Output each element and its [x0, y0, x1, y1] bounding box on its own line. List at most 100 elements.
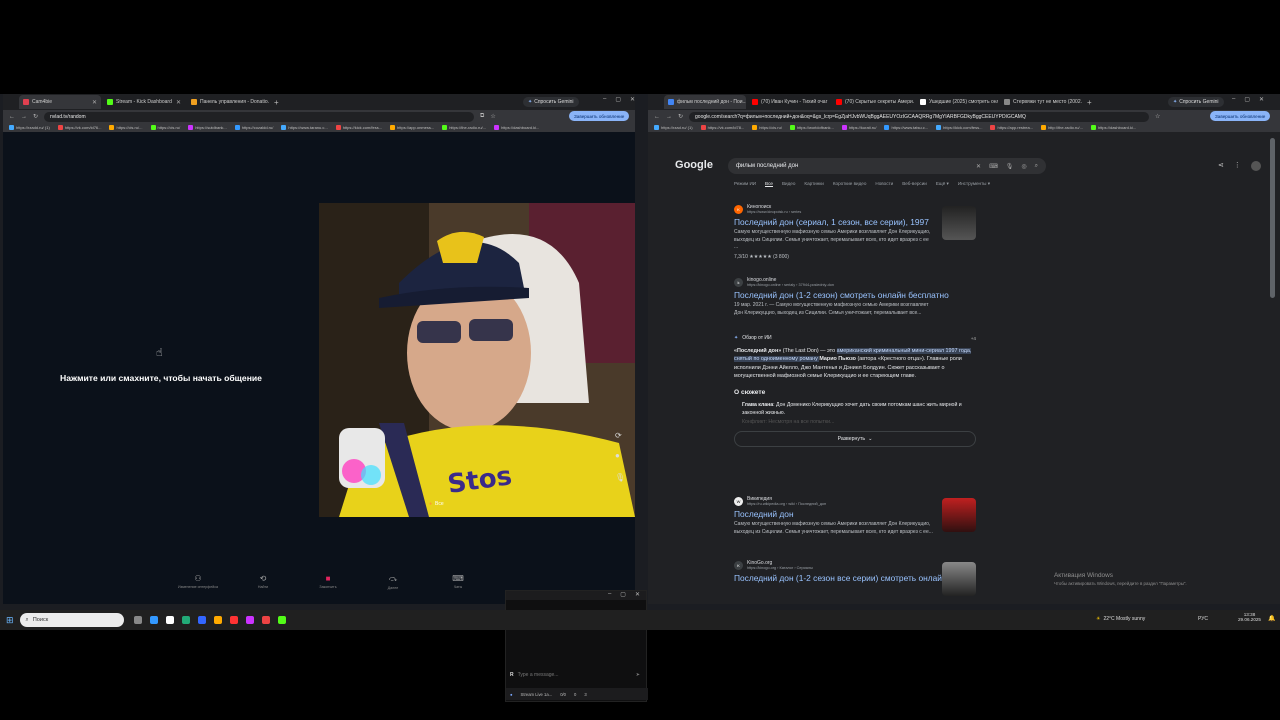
weather-widget[interactable]: ☀ 22°C Mostly sunny — [1096, 616, 1145, 622]
bookmark-item[interactable]: https://dashboard.ki... — [1090, 125, 1136, 130]
result-3-thumbnail[interactable] — [942, 498, 976, 532]
right-tab[interactable]: Стервяжи тут не место (2002...✕ — [1000, 95, 1082, 109]
star-icon[interactable]: ☆ — [490, 113, 495, 120]
close-icon[interactable]: ✕ — [630, 96, 635, 103]
bookmark-item[interactable]: https://kick.com/fess... — [335, 125, 382, 130]
search-tab[interactable]: Веб-версии — [902, 181, 927, 187]
windows-start-icon[interactable]: ⊞ — [6, 615, 14, 626]
back-icon[interactable]: ← — [654, 114, 660, 120]
language-indicator[interactable]: РУС — [1198, 616, 1208, 622]
close-icon[interactable]: ✕ — [1259, 96, 1264, 103]
right-tab[interactable]: Ушедшие (2025) смотреть онлайн✕ — [916, 95, 998, 109]
clock[interactable]: 13:38 29.06.2025 — [1238, 612, 1261, 622]
bookmark-item[interactable]: https://cis.ru/ — [752, 125, 782, 130]
steam-icon[interactable] — [181, 616, 190, 624]
app-icon[interactable] — [197, 616, 206, 624]
tab-close-icon[interactable]: ✕ — [92, 99, 97, 106]
voice-search-icon[interactable]: 🎙 — [1006, 163, 1014, 170]
minimize-icon[interactable]: – — [603, 96, 606, 103]
result-title[interactable]: Последний дон (сериал, 1 сезон, все сери… — [734, 217, 934, 227]
nav-item[interactable]: ⤼ Далее — [368, 574, 418, 596]
scrollbar[interactable] — [1270, 138, 1275, 298]
right-url-field[interactable]: google.com/search?q=фильм+последний+дон&… — [689, 111, 1150, 122]
forward-icon[interactable]: → — [666, 114, 672, 120]
new-tab-icon[interactable]: + — [1084, 98, 1095, 107]
nav-item[interactable]: ■ Закончить — [303, 574, 353, 596]
left-update-button[interactable]: Завершить обновление — [569, 111, 630, 121]
left-tab[interactable]: Cam4bie ✕ — [19, 95, 101, 109]
bookmark-item[interactable]: https://kick.com/fess... — [936, 125, 982, 130]
result-4-thumbnail[interactable] — [942, 562, 976, 596]
task-view-icon[interactable] — [133, 616, 142, 624]
right-tab[interactable]: (70) Скрытые секреты Амери...✕ — [832, 95, 914, 109]
maximize-icon[interactable]: ▢ — [615, 96, 621, 103]
maximize-icon[interactable]: ▢ — [1244, 96, 1250, 103]
new-tab-icon[interactable]: + — [271, 98, 282, 107]
apps-grid-icon[interactable]: ⋮ — [1234, 161, 1241, 171]
folder-icon[interactable] — [213, 616, 222, 624]
right-tab[interactable]: (70) Иван Кучин - Тихий очаг✕ — [748, 95, 830, 109]
maximize-icon[interactable]: ▢ — [620, 591, 626, 600]
bookmark-item[interactable]: https://rzadd.ru/ (1) — [9, 125, 50, 130]
clear-icon[interactable]: ✕ — [976, 163, 981, 170]
right-gemini-button[interactable]: ✦ Спросить Gemini — [1168, 97, 1224, 107]
share-icon[interactable]: ⋖ — [1218, 161, 1224, 171]
search-tab[interactable]: Новости — [875, 181, 893, 187]
chrome-icon[interactable] — [261, 616, 270, 624]
search-icon[interactable]: ⌕ — [1035, 163, 1038, 170]
dot-icon[interactable]: ● — [615, 451, 620, 460]
start-prompt[interactable]: Нажмите или смахните, чтобы начать общен… — [3, 373, 319, 383]
reload-icon[interactable]: ↻ — [33, 113, 38, 120]
bookmark-item[interactable]: https://vk.com/id76... — [57, 125, 101, 130]
explorer-icon[interactable] — [165, 616, 174, 624]
result-title[interactable]: Последний дон (1-2 сезон) смотреть онлай… — [734, 290, 949, 300]
google-logo[interactable]: Google — [675, 159, 713, 171]
result-title[interactable]: Последний дон — [734, 509, 934, 519]
bookmark-item[interactable]: https://app.restrea... — [990, 125, 1033, 130]
expand-button[interactable]: Развернуть ⌄ — [734, 430, 976, 447]
left-url-field[interactable]: nvlad.tv/random — [44, 111, 475, 122]
minimize-icon[interactable]: – — [608, 591, 611, 600]
edge-icon[interactable] — [149, 616, 158, 624]
bookmark-item[interactable]: https://rzad.ru/ (1) — [654, 125, 693, 130]
obs-icon[interactable] — [245, 616, 254, 624]
close-icon[interactable]: ✕ — [635, 591, 640, 600]
bookmark-item[interactable]: https://www.taranu.c... — [281, 125, 328, 130]
chat-input[interactable]: R Type a message... ➤ — [510, 669, 640, 681]
bookmark-item[interactable]: https://cozaldd.ru/ — [234, 125, 273, 130]
search-tab[interactable]: Все — [765, 181, 773, 187]
right-update-button[interactable]: Завершить обновление — [1210, 111, 1271, 121]
search-tab[interactable]: Видео — [782, 181, 795, 187]
extensions-icon[interactable]: ⧉ — [480, 113, 484, 120]
taskbar-search[interactable]: ⌕ Поиск — [19, 613, 124, 627]
back-icon[interactable]: ← — [9, 114, 15, 120]
mic-icon[interactable]: 🎙 — [615, 473, 625, 482]
search-tab[interactable]: Короткие видео — [833, 181, 867, 187]
nav-item[interactable]: ⟲ Найти — [238, 574, 288, 596]
notification-icon[interactable]: 🔔 — [1268, 615, 1275, 622]
bookmark-item[interactable]: https://the-radio.ru/... — [442, 125, 486, 130]
nav-item[interactable]: ⌨ Чаты — [433, 574, 483, 596]
right-tab[interactable]: фильм последний дон - Пои...✕ — [664, 95, 746, 109]
rotate-icon[interactable]: ⟳ — [615, 431, 622, 440]
left-tab[interactable]: Панель управления - Donatio...✕ — [187, 95, 269, 109]
bookmark-item[interactable]: https://sutdbank... — [188, 125, 227, 130]
keyboard-icon[interactable]: ⌨ — [989, 163, 998, 170]
search-tab[interactable]: Ещё ▾ — [936, 181, 949, 187]
left-tab[interactable]: Stream - Kick Dashboard ✕ — [103, 95, 185, 109]
bookmark-item[interactable]: https://kurati.ru/ — [841, 125, 876, 130]
bookmark-item[interactable]: https://cis.ru/ — [150, 125, 180, 130]
bookmark-item[interactable]: https://cis.ru/... — [109, 125, 143, 130]
search-box[interactable]: фильм последний дон ✕ ⌨ 🎙 ◎ ⌕ — [728, 158, 1046, 174]
reload-icon[interactable]: ↻ — [678, 113, 683, 120]
nav-item[interactable]: ⚇ Изменение интерфейса — [173, 574, 223, 596]
star-icon[interactable]: ☆ — [1155, 113, 1160, 120]
minimize-icon[interactable]: – — [1232, 96, 1235, 103]
result-1-thumbnail[interactable] — [942, 206, 976, 240]
search-tab[interactable]: Режим ИИ — [734, 181, 756, 187]
bookmark-item[interactable]: https://app.onmess... — [390, 125, 434, 130]
send-icon[interactable]: ➤ — [636, 672, 640, 678]
account-avatar[interactable] — [1250, 161, 1261, 171]
tab-close-icon[interactable]: ✕ — [176, 99, 181, 106]
kick-icon[interactable] — [277, 616, 286, 624]
